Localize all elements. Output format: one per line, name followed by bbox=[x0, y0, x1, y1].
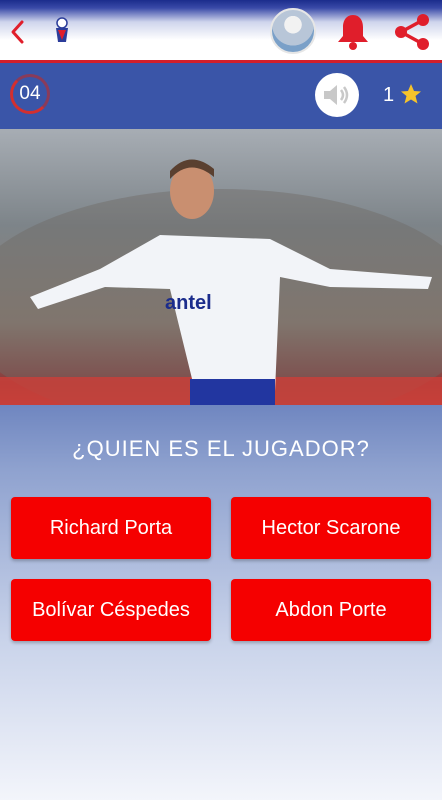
top-app-bar bbox=[0, 0, 442, 63]
answer-button-2[interactable]: Hector Scarone bbox=[231, 497, 431, 559]
answer-button-4[interactable]: Abdon Porte bbox=[231, 579, 431, 641]
player-photo: antel bbox=[0, 129, 442, 405]
score-count: 1 bbox=[383, 84, 395, 106]
share-icon[interactable] bbox=[392, 12, 432, 52]
avatar[interactable] bbox=[270, 8, 316, 54]
sound-icon bbox=[324, 85, 349, 105]
quiz-question: ¿QUIEN ES EL JUGADOR? bbox=[72, 436, 370, 461]
game-status-bar: 04 1 bbox=[0, 63, 442, 129]
team-logo-icon bbox=[56, 17, 68, 42]
star-icon bbox=[401, 84, 421, 104]
svg-text:antel: antel bbox=[165, 292, 212, 314]
sound-toggle-button[interactable] bbox=[315, 73, 359, 117]
bell-icon[interactable] bbox=[334, 12, 372, 50]
back-chevron-icon[interactable] bbox=[8, 18, 28, 46]
countdown-timer: 04 bbox=[10, 74, 50, 114]
answer-button-1[interactable]: Richard Porta bbox=[11, 497, 211, 559]
answer-button-3[interactable]: Bolívar Céspedes bbox=[11, 579, 211, 641]
